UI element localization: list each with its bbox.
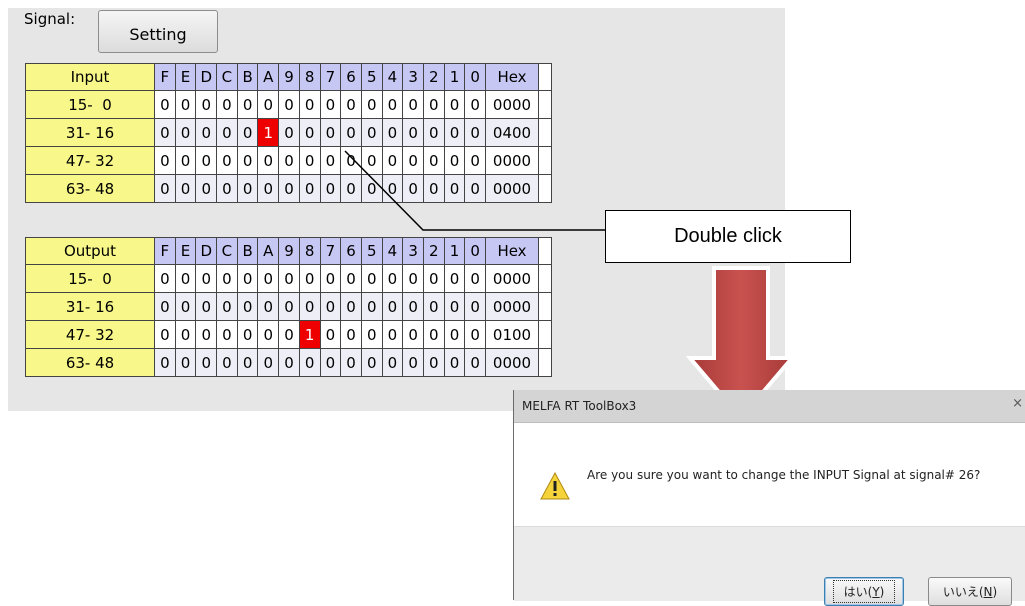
dialog-title: MELFA RT ToolBox3 <box>522 399 637 413</box>
no-button[interactable]: いいえ(N) <box>928 577 1012 606</box>
yes-button-label: はい( <box>843 585 873 599</box>
close-icon[interactable]: × <box>1012 396 1023 411</box>
yes-button-label-end: ) <box>879 585 885 599</box>
confirm-dialog: MELFA RT ToolBox3 × Are you sure you wan… <box>513 390 1025 606</box>
dialog-titlebar[interactable]: MELFA RT ToolBox3 × <box>514 390 1025 423</box>
yes-accel-key: Y <box>872 585 880 599</box>
no-button-label: いいえ( <box>942 585 984 599</box>
yes-button[interactable]: はい(Y) <box>824 577 904 606</box>
no-accel-key: N <box>983 584 993 599</box>
dialog-body: Are you sure you want to change the INPU… <box>514 423 1025 526</box>
warning-icon <box>540 472 570 500</box>
dialog-message: Are you sure you want to change the INPU… <box>587 468 981 482</box>
dialog-footer: はい(Y) いいえ(N) <box>514 526 1025 606</box>
no-button-label-end: ) <box>992 584 998 599</box>
